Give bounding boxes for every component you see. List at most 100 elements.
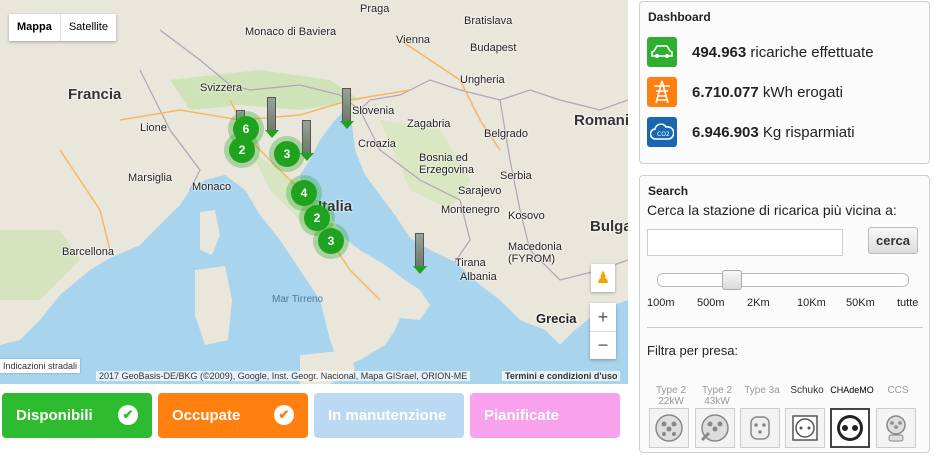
cluster-marker[interactable]: 3 bbox=[318, 228, 344, 254]
type2-plug-icon bbox=[649, 408, 689, 448]
car-icon bbox=[647, 37, 677, 67]
check-icon: ✔ bbox=[118, 405, 138, 425]
label-kosovo: Kosovo bbox=[508, 210, 545, 222]
stat-energy-value: 6.710.077 bbox=[692, 83, 759, 101]
cluster-marker[interactable]: 2 bbox=[229, 137, 255, 163]
label-marseille: Marsiglia bbox=[128, 172, 173, 184]
radius-tick: 50Km bbox=[846, 297, 875, 309]
type3a-plug-icon bbox=[740, 408, 780, 448]
label-greece: Grecia bbox=[536, 311, 577, 326]
zoom-in-button[interactable]: + bbox=[590, 303, 616, 331]
slider-handle[interactable] bbox=[722, 270, 742, 290]
label-zagreb: Zagabria bbox=[407, 118, 451, 130]
search-prompt: Cerca la stazione di ricarica più vicina… bbox=[647, 202, 897, 218]
map-type-satellite-button[interactable]: Satellite bbox=[61, 14, 116, 41]
radius-tick: 500m bbox=[697, 297, 725, 309]
label-vienna: Vienna bbox=[396, 34, 431, 46]
label-bulgaria: Bulga bbox=[590, 218, 628, 235]
label-tirana: Tirana bbox=[455, 257, 486, 269]
type2-plug-icon bbox=[695, 408, 735, 448]
power-tower-icon bbox=[647, 77, 677, 107]
label-prague: Praga bbox=[360, 3, 390, 15]
search-input[interactable] bbox=[647, 229, 843, 256]
plug-type2-43kw[interactable]: Type 2 43kW bbox=[695, 385, 739, 448]
radius-tick: 100m bbox=[647, 297, 675, 309]
plug-schuko[interactable]: Schuko bbox=[785, 385, 829, 448]
label-tyrrhenian-sea: Mar Tirreno bbox=[272, 294, 324, 305]
label-budapest: Budapest bbox=[470, 42, 517, 54]
radius-tick: 2Km bbox=[747, 297, 770, 309]
station-marker[interactable] bbox=[340, 88, 354, 129]
street-view-pegman-icon[interactable]: ♟ bbox=[591, 264, 615, 292]
search-button[interactable]: cerca bbox=[868, 227, 918, 254]
label-belgrade: Belgrado bbox=[484, 128, 529, 140]
svg-text:CO2: CO2 bbox=[657, 131, 670, 138]
road-directions-tooltip: Indicazioni stradali bbox=[0, 359, 81, 373]
label-macedonia: Macedonia (FYROM) bbox=[508, 241, 562, 265]
filter-available-button[interactable]: Disponibili ✔ bbox=[2, 393, 152, 438]
cluster-marker[interactable]: 2 bbox=[304, 205, 330, 231]
label-albania: Albania bbox=[460, 271, 497, 283]
label-bosnia: Bosnia ed Erzegovina bbox=[419, 152, 475, 176]
label-croatia: Croazia bbox=[358, 138, 396, 150]
station-marker[interactable] bbox=[413, 233, 427, 274]
attribution-text: 2017 GeoBasis-DE/BKG (©2009), Google, In… bbox=[96, 371, 471, 381]
schuko-plug-icon bbox=[785, 408, 825, 448]
map-attribution: Indicazioni stradali 2017 GeoBasis-DE/BK… bbox=[0, 359, 628, 384]
stat-energy-unit: kWh erogati bbox=[762, 83, 843, 101]
ccs-plug-icon bbox=[876, 408, 916, 448]
plug-filter-label: Filtra per presa: bbox=[647, 343, 739, 358]
dashboard-panel: Dashboard 494.963 ricariche effettuate 6… bbox=[639, 1, 930, 164]
filter-planned-button[interactable]: Pianificate bbox=[470, 393, 620, 438]
label-romania: Romani bbox=[574, 112, 628, 129]
label-bratislava: Bratislava bbox=[464, 15, 513, 27]
label-serbia: Serbia bbox=[500, 170, 532, 182]
label-hungary: Ungheria bbox=[460, 74, 505, 86]
stat-charges-unit: ricariche effettuate bbox=[750, 43, 874, 61]
map-type-control: Mappa Satellite bbox=[9, 14, 116, 41]
check-icon: ✔ bbox=[274, 405, 294, 425]
cluster-marker[interactable]: 3 bbox=[274, 141, 300, 167]
label-switzerland: Svizzera bbox=[200, 82, 243, 94]
station-marker[interactable] bbox=[265, 97, 279, 138]
label-monaco: Monaco bbox=[192, 181, 232, 193]
chademo-plug-icon bbox=[830, 408, 870, 448]
label-slovenia: Slovenia bbox=[352, 105, 395, 117]
radius-tick: tutte bbox=[897, 297, 919, 309]
filter-maintenance-button[interactable]: In manutenzione bbox=[314, 393, 464, 438]
zoom-out-button[interactable]: − bbox=[590, 331, 616, 359]
stat-co2: CO2 6.946.903 Kg risparmiati bbox=[647, 117, 855, 147]
radius-tick: 10Km bbox=[797, 297, 826, 309]
filter-available-label: Disponibili bbox=[16, 407, 93, 424]
zoom-control: + − bbox=[590, 303, 616, 359]
filter-occupied-button[interactable]: Occupate ✔ bbox=[158, 393, 308, 438]
dashboard-title: Dashboard bbox=[648, 10, 711, 24]
filter-occupied-label: Occupate bbox=[172, 407, 241, 424]
label-sarajevo: Sarajevo bbox=[458, 185, 502, 197]
divider bbox=[647, 327, 923, 328]
plug-type2-22kw[interactable]: Type 2 22kW bbox=[649, 385, 693, 448]
label-barcelona: Barcellona bbox=[62, 246, 114, 258]
cluster-marker[interactable]: 4 bbox=[291, 180, 317, 206]
radius-slider[interactable] bbox=[657, 270, 909, 290]
stat-charges-value: 494.963 bbox=[692, 43, 747, 61]
map-view[interactable]: Francia Italia Romani Bulga Slovenia Cro… bbox=[0, 0, 628, 384]
filter-planned-label: Pianificate bbox=[484, 407, 560, 424]
stat-co2-value: 6.946.903 bbox=[692, 123, 759, 141]
filter-maintenance-label: In manutenzione bbox=[328, 407, 447, 424]
label-montenegro: Montenegro bbox=[441, 204, 500, 216]
plug-type3a[interactable]: Type 3a bbox=[740, 385, 784, 448]
label-munich: Monaco di Baviera bbox=[245, 26, 337, 38]
plug-ccs[interactable]: CCS bbox=[876, 385, 920, 448]
search-title: Search bbox=[648, 184, 689, 198]
plug-chademo[interactable]: CHAdeMO bbox=[830, 385, 874, 448]
co2-cloud-icon: CO2 bbox=[647, 117, 677, 147]
status-filter-bar: Disponibili ✔ Occupate ✔ In manutenzione… bbox=[2, 393, 620, 438]
terms-link[interactable]: Termini e condizioni d'uso bbox=[502, 371, 621, 381]
label-france: Francia bbox=[68, 86, 122, 103]
map-type-map-button[interactable]: Mappa bbox=[9, 14, 61, 41]
search-panel: Search Cerca la stazione di ricarica più… bbox=[639, 175, 930, 453]
stat-co2-unit: Kg risparmiati bbox=[762, 123, 855, 141]
station-marker[interactable] bbox=[300, 120, 314, 161]
radius-ticks: 100m 500m 2Km 10Km 50Km tutte bbox=[647, 297, 927, 311]
